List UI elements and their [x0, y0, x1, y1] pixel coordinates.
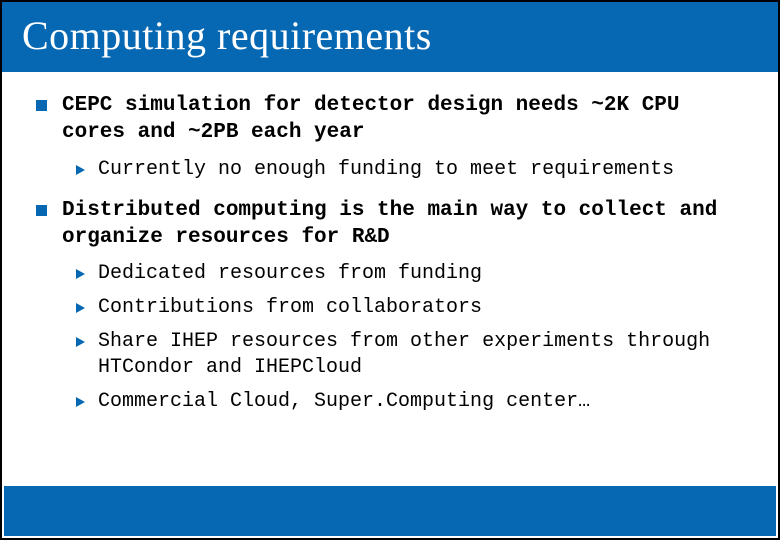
bullet-2-sub-4: Commercial Cloud, Super.Computing center… — [62, 389, 748, 415]
bullet-2-text: Distributed computing is the main way to… — [62, 197, 748, 252]
title-bar: Computing requirements — [2, 2, 778, 72]
slide-title: Computing requirements — [22, 12, 432, 59]
footer-stripe — [4, 486, 776, 536]
bullet-1-text: CEPC simulation for detector design need… — [62, 92, 748, 147]
bullet-1-subs: Currently no enough funding to meet requ… — [62, 157, 748, 183]
bullet-2-sub-2: Contributions from collaborators — [62, 295, 748, 321]
bullet-1: CEPC simulation for detector design need… — [36, 92, 748, 183]
slide: Computing requirements CEPC simulation f… — [0, 0, 780, 540]
bullet-2: Distributed computing is the main way to… — [36, 197, 748, 416]
bullet-2-sub-1: Dedicated resources from funding — [62, 261, 748, 287]
bullet-1-sub-1: Currently no enough funding to meet requ… — [62, 157, 748, 183]
bullet-2-sub-3: Share IHEP resources from other experime… — [62, 329, 748, 381]
bullet-2-subs: Dedicated resources from funding Contrib… — [62, 261, 748, 415]
slide-body: CEPC simulation for detector design need… — [2, 72, 778, 415]
